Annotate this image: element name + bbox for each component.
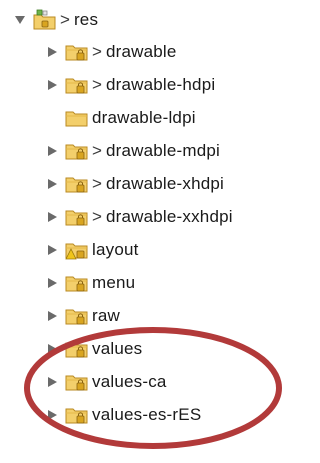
locked-folder-icon [64,206,90,228]
tree-node-menu[interactable]: menu [46,269,135,297]
tree-node-values-es-rES[interactable]: values-es-rES [46,401,201,429]
node-label: drawable-mdpi [105,141,221,160]
collapsed-arrow-icon[interactable] [46,210,58,224]
node-label: values-es-rES [92,405,202,424]
node-label: drawable-ldpi [92,108,196,127]
collapsed-arrow-icon[interactable] [46,342,58,356]
node-label: values [92,339,143,358]
collapsed-arrow-icon[interactable] [46,144,58,158]
node-prefix: > [92,174,102,193]
warning-folder-icon [64,239,90,261]
tree-node-drawable-xxhdpi[interactable]: > drawable-xxhdpi [46,203,233,231]
tree-node-drawable-hdpi[interactable]: > drawable-hdpi [46,71,215,99]
collapsed-arrow-icon[interactable] [46,45,58,59]
node-label: drawable [105,42,177,61]
node-prefix: > [92,141,102,160]
tree-node-values[interactable]: values [46,335,142,363]
project-explorer-tree: > res > drawable > drawable-hdpi drawable-ld… [0,0,296,463]
collapsed-arrow-icon[interactable] [46,78,58,92]
locked-folder-icon [64,338,90,360]
node-label: drawable-xhdpi [105,174,225,193]
node-prefix: > [92,75,102,94]
locked-folder-icon [64,305,90,327]
collapsed-arrow-icon[interactable] [46,408,58,422]
node-prefix: > [92,42,102,61]
package-folder-icon [32,9,58,31]
tree-node-drawable[interactable]: > drawable [46,38,177,66]
node-label: menu [92,273,136,292]
root-label: res [73,10,99,29]
collapsed-arrow-icon[interactable] [46,375,58,389]
tree-node-drawable-ldpi[interactable]: drawable-ldpi [46,104,196,132]
tree-node-drawable-xhdpi[interactable]: > drawable-xhdpi [46,170,224,198]
collapsed-arrow-icon[interactable] [46,177,58,191]
locked-folder-icon [64,272,90,294]
folder-icon [64,107,90,129]
node-label: layout [92,240,139,259]
node-label: raw [92,306,120,325]
collapsed-arrow-icon[interactable] [46,243,58,257]
locked-folder-icon [64,404,90,426]
locked-folder-icon [64,74,90,96]
node-label: values-ca [92,372,167,391]
node-label: drawable-hdpi [105,75,216,94]
tree-node-raw[interactable]: raw [46,302,120,330]
locked-folder-icon [64,41,90,63]
node-prefix: > [92,207,102,226]
node-label: drawable-xxhdpi [105,207,233,226]
locked-folder-icon [64,371,90,393]
tree-node-res[interactable]: > res [14,6,98,34]
tree-node-values-ca[interactable]: values-ca [46,368,167,396]
locked-folder-icon [64,140,90,162]
locked-folder-icon [64,173,90,195]
tree-node-layout[interactable]: layout [46,236,139,264]
root-prefix: > [60,10,70,29]
collapsed-arrow-icon[interactable] [46,276,58,290]
expanded-arrow-icon[interactable] [14,13,26,27]
collapsed-arrow-icon[interactable] [46,309,58,323]
tree-node-drawable-mdpi[interactable]: > drawable-mdpi [46,137,220,165]
